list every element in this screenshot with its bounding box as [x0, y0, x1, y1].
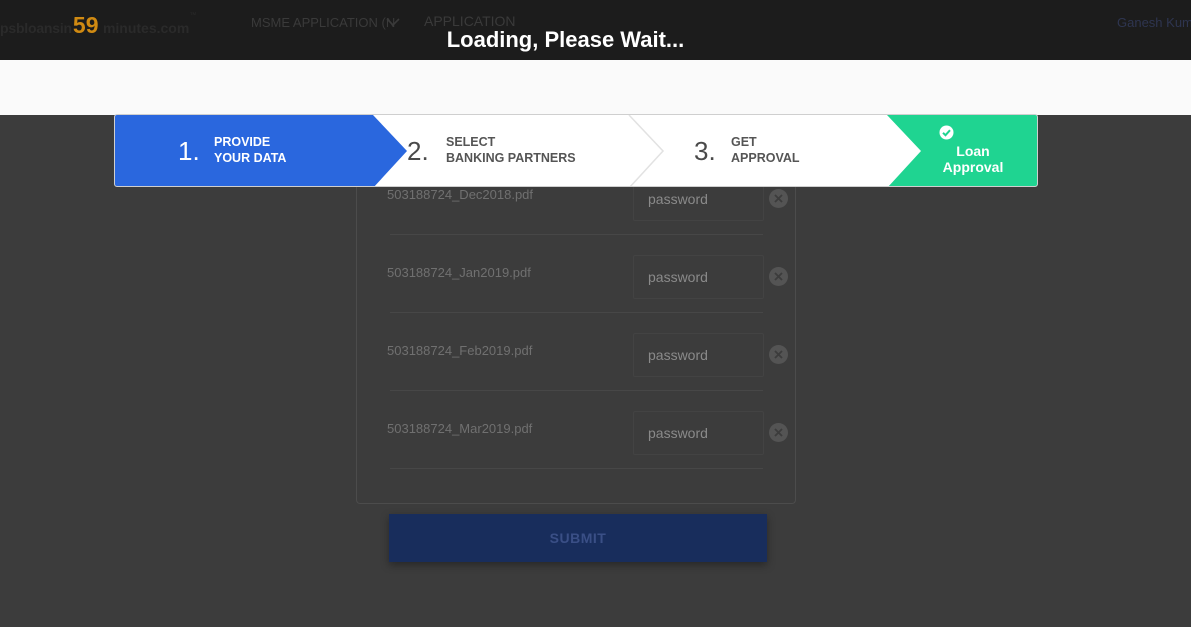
submit-button[interactable]: SUBMIT [389, 514, 767, 562]
check-circle-icon [939, 125, 954, 140]
logo-tm: ™ [189, 12, 197, 19]
top-header: psbloansin59 minutes.com™ MSME APPLICATI… [0, 0, 1191, 60]
file-row: 503188724_Mar2019.pdf [387, 391, 788, 469]
chevron-down-icon[interactable] [386, 17, 400, 27]
remove-file-icon[interactable] [769, 267, 788, 286]
remove-file-icon[interactable] [769, 423, 788, 442]
step-number: 1. [178, 136, 200, 166]
file-name: 503188724_Feb2019.pdf [387, 343, 533, 358]
step-label: SELECT BANKING PARTNERS [446, 135, 576, 165]
step-label: GET APPROVAL [731, 135, 800, 165]
password-input[interactable] [633, 411, 764, 455]
sub-header-strip [0, 60, 1191, 115]
file-name: 503188724_Jan2019.pdf [387, 265, 531, 280]
file-row: 503188724_Jan2019.pdf [387, 235, 788, 313]
password-input[interactable] [633, 255, 764, 299]
step-label: PROVIDE YOUR DATA [214, 135, 287, 165]
step-number: 3. [694, 136, 716, 166]
remove-file-icon[interactable] [769, 189, 788, 208]
loading-message: Loading, Please Wait... [446, 27, 685, 52]
password-input[interactable] [633, 333, 764, 377]
progress-stepper: 1. PROVIDE YOUR DATA 2. SELECT BANKING P… [114, 114, 1038, 187]
remove-file-icon[interactable] [769, 345, 788, 364]
file-name: 503188724_Mar2019.pdf [387, 421, 533, 436]
file-row: 503188724_Feb2019.pdf [387, 313, 788, 391]
step-label: Loan Approval [942, 143, 1004, 175]
file-name: 503188724_Dec2018.pdf [387, 187, 534, 202]
step-number: 2. [407, 136, 429, 166]
